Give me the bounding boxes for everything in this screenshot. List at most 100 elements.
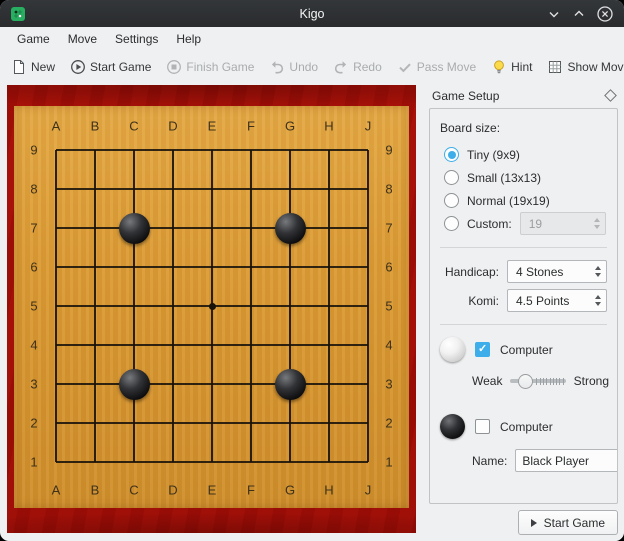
coord-right-2: 2	[385, 416, 392, 431]
coord-right-7: 7	[385, 221, 392, 236]
board-size-label: Board size:	[440, 121, 609, 135]
toolbar-label: Undo	[289, 60, 318, 74]
toolbar-finish-game: Finish Game	[163, 57, 257, 77]
strength-slider[interactable]	[510, 372, 565, 390]
slider-handle[interactable]	[518, 374, 533, 389]
coord-top-H: H	[324, 119, 333, 134]
custom-size-spinbox: 19	[520, 212, 606, 235]
stone-black-C7[interactable]	[119, 213, 150, 244]
weak-label: Weak	[472, 374, 502, 388]
toolbar-label: Start Game	[90, 60, 151, 74]
menu-settings[interactable]: Settings	[106, 29, 167, 49]
stone-black-G7[interactable]	[275, 213, 306, 244]
coord-left-5: 5	[30, 299, 37, 314]
menu-move[interactable]: Move	[59, 29, 106, 49]
tick-mark	[540, 378, 541, 385]
coord-left-6: 6	[30, 260, 37, 275]
toolbar-label: Hint	[511, 60, 532, 74]
separator	[440, 247, 607, 248]
radio-custom[interactable]	[444, 216, 459, 231]
spin-arrows-icon[interactable]	[595, 290, 601, 311]
komi-row: Komi: 4.5 Points	[440, 289, 607, 312]
menubar: GameMoveSettingsHelp	[0, 27, 624, 50]
close-button[interactable]	[596, 5, 614, 23]
coord-top-A: A	[52, 119, 61, 134]
toolbar-start-game[interactable]: Start Game	[67, 57, 154, 77]
coord-bottom-H: H	[324, 483, 333, 498]
handicap-spinbox[interactable]: 4 Stones	[507, 260, 607, 283]
toolbar-hint[interactable]: Hint	[488, 57, 535, 77]
black-name-label: Name:	[472, 454, 507, 468]
spin-arrows-icon	[594, 213, 600, 234]
coord-right-9: 9	[385, 143, 392, 158]
radio-label: Normal (19x19)	[467, 194, 550, 208]
radio-row-custom: Custom:19	[444, 212, 609, 235]
panel-detach-icon[interactable]	[604, 89, 617, 102]
coord-right-4: 4	[385, 338, 392, 353]
start-game-row: Start Game	[429, 510, 618, 535]
spin-arrows-icon[interactable]	[595, 261, 601, 282]
tick-mark	[543, 378, 544, 385]
hint-icon	[491, 59, 507, 75]
game-setup-panel: Game Setup Board size: Tiny (9x9)Small (…	[422, 83, 624, 541]
tick-mark	[546, 378, 547, 385]
coord-right-5: 5	[385, 299, 392, 314]
window-title: Kigo	[0, 7, 624, 21]
toolbar-show-move-numbers[interactable]: Show Move Numbers	[544, 57, 624, 77]
black-name-input[interactable]	[515, 449, 618, 472]
panel-title: Game Setup	[432, 89, 499, 103]
toolbar-pass-move: Pass Move	[394, 57, 479, 77]
coord-left-3: 3	[30, 377, 37, 392]
start-game-button[interactable]: Start Game	[518, 510, 618, 535]
numbers-icon	[547, 59, 563, 75]
board-frame: AABBCCDDEEFFGGHHJJ998877665544332211	[7, 85, 416, 533]
black-computer-checkbox[interactable]	[475, 419, 490, 434]
coord-right-6: 6	[385, 260, 392, 275]
separator	[440, 324, 607, 325]
toolbar-undo: Undo	[266, 57, 321, 77]
coord-bottom-F: F	[247, 483, 255, 498]
handicap-value: 4 Stones	[516, 265, 563, 279]
minimize-button[interactable]	[546, 6, 562, 22]
menu-help[interactable]: Help	[167, 29, 210, 49]
toolbar-redo: Redo	[330, 57, 385, 77]
finish-icon	[166, 59, 182, 75]
coord-top-G: G	[285, 119, 295, 134]
white-computer-checkbox[interactable]	[475, 342, 490, 357]
white-player-row: Computer	[440, 337, 609, 362]
maximize-button[interactable]	[571, 6, 587, 22]
toolbar: New Start Game Finish Game Undo Redo Pass Mov…	[0, 50, 624, 83]
slider-ticks	[536, 378, 563, 385]
white-computer-label: Computer	[500, 343, 553, 357]
radio-label: Tiny (9x9)	[467, 148, 520, 162]
radio-tiny-9x9[interactable]	[444, 147, 459, 162]
coord-top-D: D	[168, 119, 177, 134]
black-stone-icon	[440, 414, 465, 439]
menu-game[interactable]: Game	[8, 29, 59, 49]
coord-right-1: 1	[385, 455, 392, 470]
strength-slider-row: Weak Strong	[472, 372, 609, 390]
tick-mark	[556, 378, 557, 385]
kigo-app-icon	[10, 6, 26, 22]
coord-bottom-B: B	[91, 483, 100, 498]
new-icon	[11, 59, 27, 75]
titlebar-buttons	[546, 5, 614, 23]
komi-spinbox[interactable]: 4.5 Points	[507, 289, 607, 312]
tick-mark	[559, 378, 560, 385]
toolbar-label: Finish Game	[186, 60, 254, 74]
toolbar-new[interactable]: New	[8, 57, 58, 77]
stone-black-G3[interactable]	[275, 369, 306, 400]
toolbar-label: Pass Move	[417, 60, 476, 74]
stone-black-C3[interactable]	[119, 369, 150, 400]
white-stone-icon	[440, 337, 465, 362]
go-board[interactable]: AABBCCDDEEFFGGHHJJ998877665544332211	[14, 106, 409, 508]
start-icon	[70, 59, 86, 75]
black-player-row: Computer	[440, 414, 609, 439]
radio-small-13x13[interactable]	[444, 170, 459, 185]
hoshi-E5	[209, 303, 216, 310]
radio-normal-19x19[interactable]	[444, 193, 459, 208]
handicap-label: Handicap:	[445, 265, 499, 279]
coord-right-3: 3	[385, 377, 392, 392]
black-computer-label: Computer	[500, 420, 553, 434]
toolbar-label: Redo	[353, 60, 382, 74]
